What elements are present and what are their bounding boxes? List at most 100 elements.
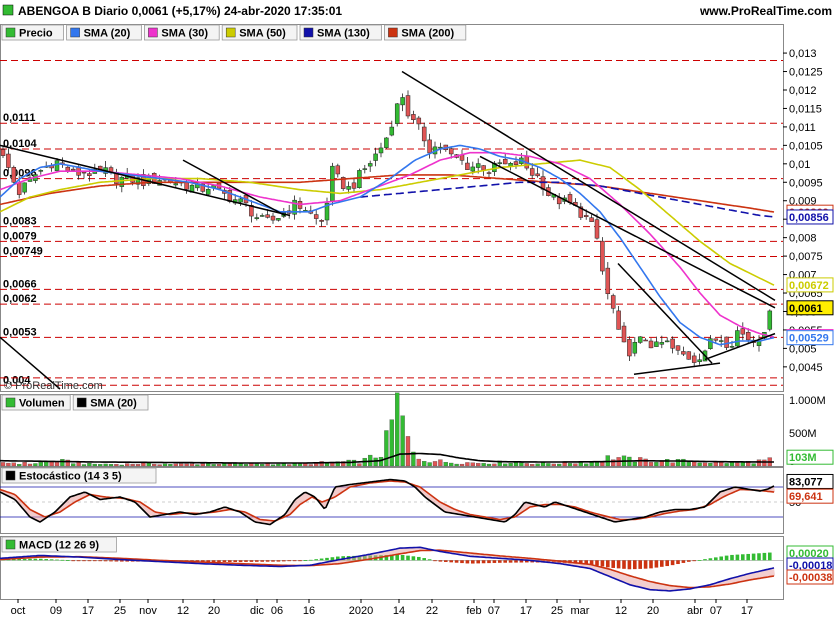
price-candle [675,345,681,351]
price-candle [681,351,686,355]
macd-legend-item[interactable]: MACD (12 26 9) [1,536,117,553]
macd-histogram-bar [400,554,405,561]
macd-histogram-bar [741,554,745,561]
macd-histogram-bar [303,560,308,561]
price-candle [718,340,724,342]
price-legend-item[interactable]: SMA (200) [383,24,467,41]
volume-bar [416,458,421,467]
stoch-legend-swatch [5,470,16,481]
price-legend-item[interactable]: Precio [1,24,64,41]
macd-histogram-bar [481,560,486,564]
macd-histogram-bar [606,560,610,568]
price-y-tick-label: 0,008 [789,233,817,245]
volume-bar [384,430,389,467]
volume-bar [44,461,49,467]
volume-bar [260,464,265,467]
x-axis-tick-label: dic [250,605,265,617]
volume-bar [551,463,556,467]
macd-legend-label: MACD (12 26 9) [19,540,99,552]
price-candle [205,189,211,195]
price-candle [745,332,751,341]
price-legend-item[interactable]: SMA (130) [299,24,382,41]
price-candle [610,295,616,309]
price-candle [319,220,324,222]
volume-bar [200,463,205,467]
macd-histogram-bar [611,560,615,568]
macd-histogram-bar [519,560,524,563]
price-candle [686,351,692,360]
macd-histogram-bar [282,560,286,562]
volume-bar [98,464,103,467]
price-candle [400,97,405,106]
price-badge-label: 0,00672 [789,280,829,292]
macd-histogram-bar [503,560,507,563]
volume-bar [481,463,486,467]
header-color-box [2,4,14,16]
volume-bar [81,464,87,467]
x-axis-tick-label: 14 [393,605,405,617]
price-candle [411,114,416,120]
price-legend-label: SMA (130) [317,28,370,40]
volume-bar [254,463,259,467]
volume-bar [454,463,459,467]
price-legend-item[interactable]: SMA (30) [143,24,220,41]
price-candle [470,166,476,172]
macd-histogram-bar [681,560,686,563]
macd-histogram-bar [244,560,248,562]
x-axis-tick-label: 25 [114,605,126,617]
volume-bar [492,463,497,467]
x-axis-tick-label: 07 [710,605,722,617]
volume-bar [195,464,200,467]
volume-bar [751,463,756,467]
x-axis-tick-label: 16 [303,605,315,617]
price-y-tick-label: 0,005 [789,343,817,355]
price-candle [38,170,44,172]
price-candle [643,339,648,342]
price-candle [729,346,735,348]
price-y-tick-label: 0,0115 [789,103,822,115]
x-axis-tick-label: feb [466,605,481,617]
macd-histogram-bar [33,558,38,561]
macd-histogram-bar [730,554,734,561]
price-candle [637,336,643,343]
volume-badge-label: 103M [789,452,817,464]
volume-bar [184,463,189,467]
volume-bar [594,462,600,467]
volume-legend-item[interactable]: Volumen [1,394,71,411]
price-legend-item[interactable]: SMA (20) [66,24,142,41]
volume-bar [227,463,232,467]
price-legend-item[interactable]: SMA (50) [221,24,298,41]
volume-bar [546,463,551,467]
macd-histogram-bar [751,553,756,561]
price-level-label: 0,0083 [3,216,37,228]
volume-bar [389,419,394,467]
price-candle [535,173,540,177]
volume-bar [670,462,675,467]
x-axis-tick-label: 12 [177,605,189,617]
site-name[interactable]: www.ProRealTime.com [699,4,832,18]
stoch-legend-item[interactable]: Estocástico (14 3 5) [1,467,157,484]
price-candle [87,173,92,176]
price-legend-swatch [303,27,314,38]
macd-histogram-bar [319,558,324,561]
volume-bar [114,464,119,467]
x-axis-tick-label: abr [687,605,703,617]
macd-histogram-bar [633,560,637,570]
macd-histogram-bar [476,560,480,564]
volume-legend-swatch [5,397,16,408]
volume-legend-label: SMA (20) [90,398,137,410]
volume-bar [173,463,178,467]
macd-histogram-bar [222,560,227,562]
macd-histogram-bar [406,555,410,561]
price-y-tick-label: 0,01 [789,159,810,171]
x-axis-tick-label: 17 [82,605,94,617]
volume-bar [157,464,162,467]
macd-histogram-bar [249,560,254,562]
volume-bar [443,462,448,467]
price-level-label: 0,0062 [3,293,37,305]
volume-bar [686,462,691,467]
volume-legend-item[interactable]: SMA (20) [72,394,149,411]
volume-bar [681,458,686,467]
watermark: © ProRealTime.com [4,380,103,392]
volume-bar [287,464,292,467]
